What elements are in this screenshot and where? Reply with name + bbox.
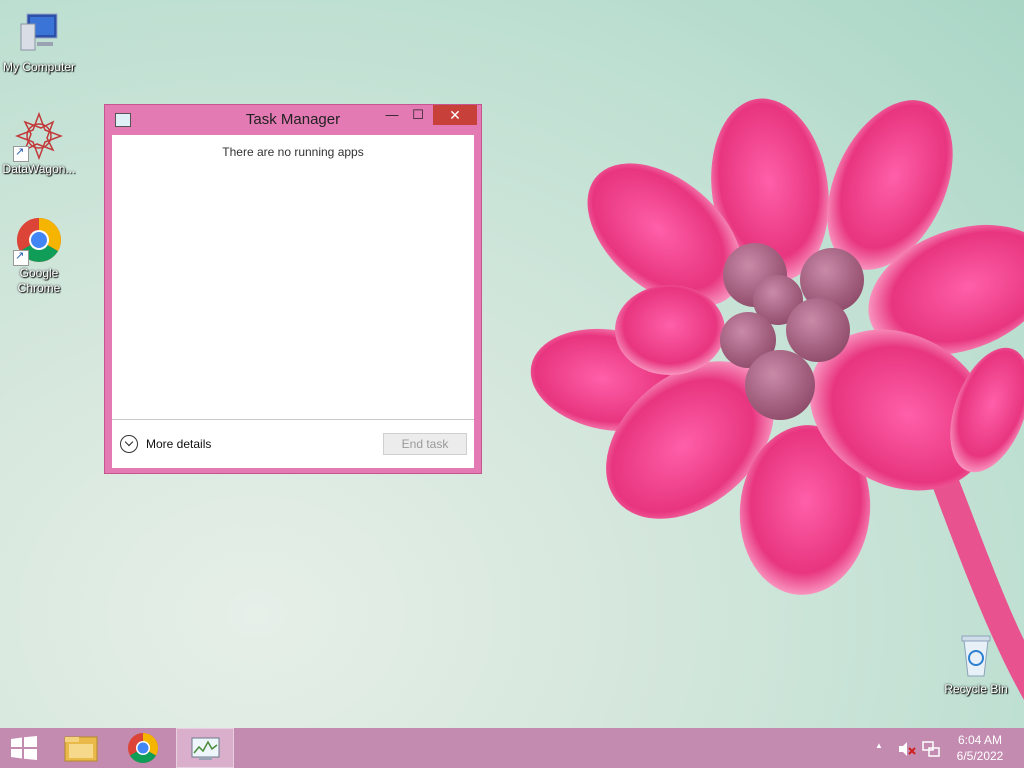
start-button[interactable] bbox=[10, 736, 38, 760]
windows-logo-icon bbox=[11, 736, 37, 760]
task-manager-footer: More details End task bbox=[112, 419, 474, 469]
clock-time: 6:04 AM bbox=[957, 733, 1003, 747]
shortcut-arrow-icon bbox=[13, 145, 29, 162]
maximize-button[interactable]: ☐ bbox=[405, 105, 431, 125]
task-manager-titlebar[interactable]: Task Manager — ☐ ✕ bbox=[105, 105, 481, 135]
volume-muted-icon[interactable] bbox=[897, 739, 917, 759]
task-manager-client-area: There are no running apps More details E… bbox=[112, 135, 474, 468]
desktop-icon-label: DataWagon... bbox=[2, 162, 76, 176]
end-task-button[interactable]: End task bbox=[383, 433, 467, 455]
chrome-icon bbox=[13, 216, 63, 266]
minimize-button[interactable]: — bbox=[379, 105, 405, 125]
folder-icon bbox=[64, 736, 98, 762]
taskbar-google-chrome[interactable] bbox=[114, 728, 172, 768]
computer-icon bbox=[15, 10, 63, 58]
clock-date: 6/5/2022 bbox=[956, 749, 1004, 763]
taskbar-file-explorer[interactable] bbox=[52, 728, 110, 768]
task-manager-window: Task Manager — ☐ ✕ There are no running … bbox=[104, 104, 482, 474]
desktop-icon-google-chrome[interactable]: Google Chrome bbox=[1, 216, 77, 296]
empty-apps-message: There are no running apps bbox=[222, 145, 364, 159]
close-button[interactable]: ✕ bbox=[433, 105, 477, 125]
desktop-icon-label: Google Chrome bbox=[17, 266, 61, 295]
datawagon-icon bbox=[13, 111, 64, 162]
taskbar-clock[interactable]: 6:04 AM 6/5/2022 bbox=[948, 732, 1012, 764]
chevron-down-icon bbox=[120, 435, 138, 453]
taskbar: ▲ 6:04 AM 6/5/2022 bbox=[0, 728, 1024, 768]
recycle-bin-icon bbox=[952, 632, 1000, 680]
desktop-icon-my-computer[interactable]: My Computer bbox=[1, 10, 77, 75]
chrome-icon bbox=[128, 733, 159, 764]
desktop-icon-label: My Computer bbox=[2, 60, 76, 74]
taskbar-task-manager[interactable] bbox=[176, 728, 234, 768]
shortcut-arrow-icon bbox=[13, 249, 29, 266]
task-manager-icon bbox=[191, 737, 220, 760]
network-icon[interactable] bbox=[921, 739, 941, 759]
desktop-icon-label: Recycle Bin bbox=[944, 682, 1008, 696]
more-details-label: More details bbox=[146, 437, 212, 451]
desktop-icon-recycle-bin[interactable]: Recycle Bin bbox=[938, 632, 1014, 697]
more-details-button[interactable]: More details bbox=[120, 434, 211, 454]
show-hidden-icons-button[interactable]: ▲ bbox=[875, 741, 883, 750]
desktop-icon-datawagon[interactable]: DataWagon... bbox=[1, 111, 77, 177]
